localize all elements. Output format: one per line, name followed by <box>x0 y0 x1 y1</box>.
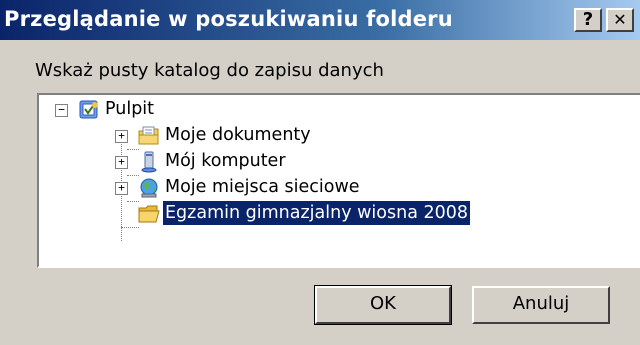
cancel-button[interactable]: Anuluj <box>472 286 610 324</box>
browse-folder-dialog: Przeglądanie w poszukiwaniu folderu ? ✕ … <box>0 0 640 345</box>
computer-icon <box>138 151 160 173</box>
tree-item-label-selected: Egzamin gimnazjalny wiosna 2008 <box>161 200 472 226</box>
network-places-icon <box>138 177 160 199</box>
tree-item-label: Moje dokumenty <box>165 125 311 145</box>
collapse-toggle[interactable]: − <box>55 104 68 117</box>
tree-item-exam-folder[interactable]: Egzamin gimnazjalny wiosna 2008 <box>39 200 599 227</box>
window-title: Przeglądanie w poszukiwaniu folderu <box>4 7 453 31</box>
tree-item-label: Mój komputer <box>165 151 286 171</box>
expand-toggle[interactable]: + <box>115 130 128 143</box>
close-button[interactable]: ✕ <box>606 8 634 32</box>
documents-folder-icon <box>138 125 160 147</box>
tree-item-my-documents[interactable]: + Moje dokumenty <box>39 123 599 149</box>
help-button[interactable]: ? <box>574 8 602 32</box>
ok-button[interactable]: OK <box>314 285 452 325</box>
tree-item-label: Pulpit <box>105 99 155 119</box>
tree-item-network-places[interactable]: + Moje miejsca sieciowe <box>39 175 599 201</box>
folder-open-icon <box>138 203 160 225</box>
instruction-text: Wskaż pusty katalog do zapisu danych <box>35 60 384 81</box>
tree-item-my-computer[interactable]: + Mój komputer <box>39 149 599 175</box>
tree-item-desktop[interactable]: − Pulpit <box>39 97 599 123</box>
tree-connector <box>121 227 139 228</box>
expand-toggle[interactable]: + <box>115 156 128 169</box>
tree-item-label: Moje miejsca sieciowe <box>165 177 360 197</box>
folder-tree[interactable]: − Pulpit + Moje dokumenty + Mój komputer… <box>37 93 640 268</box>
expand-toggle[interactable]: + <box>115 182 128 195</box>
desktop-icon <box>78 99 100 121</box>
title-bar[interactable]: Przeglądanie w poszukiwaniu folderu ? ✕ <box>0 0 640 40</box>
